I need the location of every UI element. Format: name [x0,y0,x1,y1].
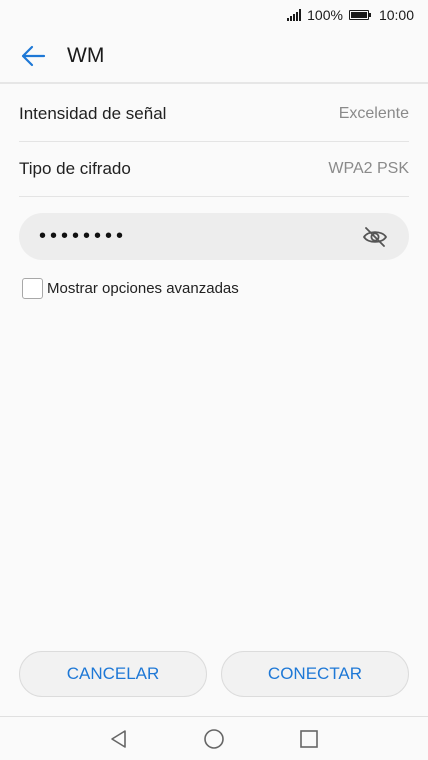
nav-back-button[interactable] [72,717,167,760]
nav-recents-button[interactable] [262,717,357,760]
app-bar: WM [0,30,428,84]
cancel-button[interactable]: CANCELAR [19,651,207,697]
encryption-type-label: Tipo de cifrado [19,158,131,178]
status-bar: 100% 10:00 [0,0,428,30]
toggle-password-visibility-button[interactable] [361,223,389,251]
arrow-left-icon [21,45,46,67]
advanced-options-label: Mostrar opciones avanzadas [47,280,239,297]
encryption-type-value: WPA2 PSK [328,159,409,177]
encryption-type-row: Tipo de cifrado WPA2 PSK [19,141,409,197]
battery-percent: 100% [307,7,343,23]
signal-strength-value: Excelente [338,104,409,122]
navigation-bar [0,716,428,760]
advanced-options-toggle[interactable]: Mostrar opciones avanzadas [22,278,239,299]
signal-strength-label: Intensidad de señal [19,103,167,123]
password-value: •••••••• [39,224,128,247]
battery-icon [348,10,371,20]
circle-home-icon [204,728,224,749]
advanced-options-checkbox[interactable] [22,278,43,299]
connect-button[interactable]: CONECTAR [221,651,409,697]
nav-home-button[interactable] [167,717,262,760]
signal-strength-row: Intensidad de señal Excelente [19,86,409,142]
signal-icon [287,9,302,21]
status-time: 10:00 [378,7,414,23]
page-title: WM [67,44,105,67]
square-recents-icon [300,729,318,748]
triangle-back-icon [111,729,126,748]
password-input[interactable]: •••••••• [19,213,409,260]
back-button[interactable] [18,41,48,71]
eye-off-icon [363,226,387,247]
